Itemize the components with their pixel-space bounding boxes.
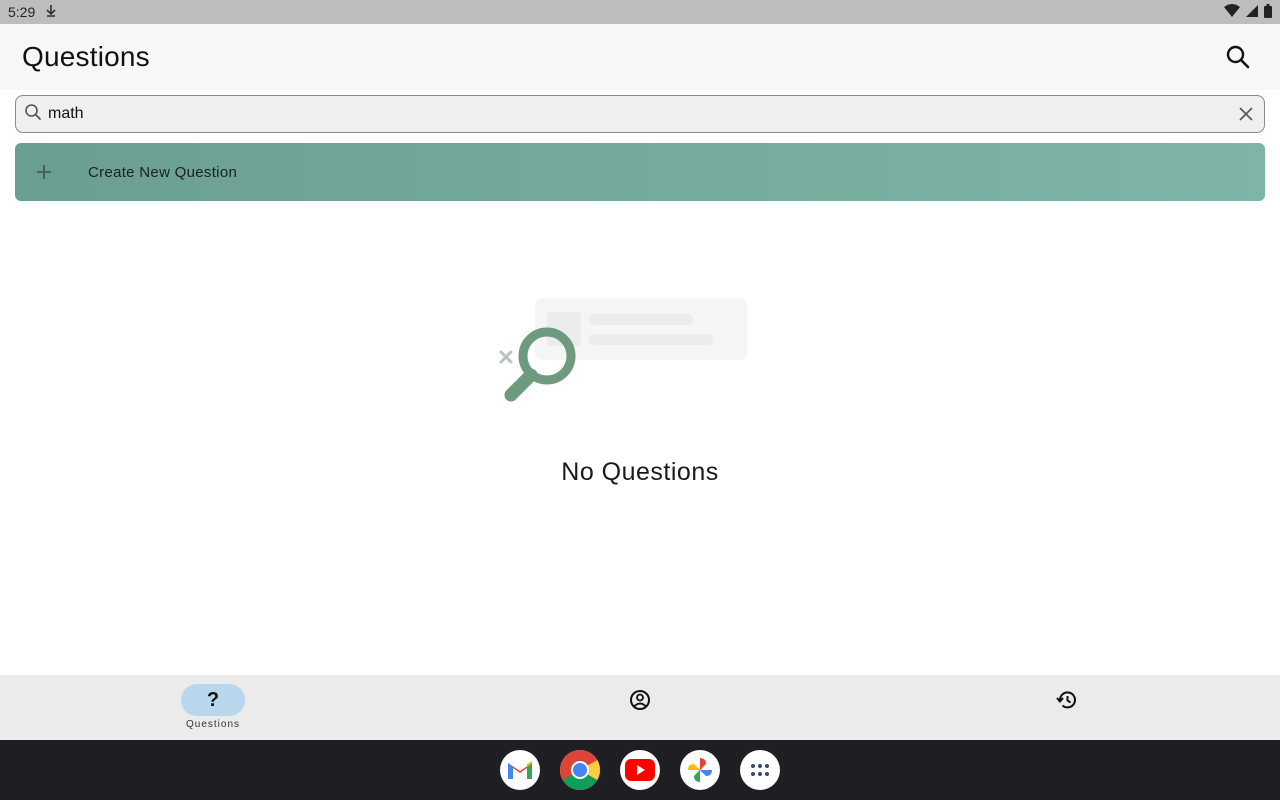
search-button[interactable] [1218, 37, 1258, 77]
question-mark-icon: ? [206, 688, 220, 711]
plus-icon [37, 165, 51, 179]
nav-label-questions: Questions [185, 719, 241, 730]
cell-signal-icon [1246, 4, 1258, 20]
nav-active-indicator: ? [181, 684, 245, 716]
history-icon [1056, 691, 1076, 709]
empty-state-text: No Questions [561, 458, 719, 486]
search-input[interactable] [48, 105, 1236, 123]
wifi-icon [1224, 3, 1240, 21]
photos-icon[interactable] [680, 750, 720, 790]
search-field-icon [24, 103, 42, 126]
system-dock [0, 740, 1280, 800]
nav-item-history[interactable] [1035, 675, 1099, 740]
gmail-icon[interactable] [500, 750, 540, 790]
search-icon [1226, 45, 1250, 69]
create-new-question-button[interactable]: Create New Question [15, 143, 1265, 201]
nav-icon-container [608, 684, 672, 716]
bottom-navigation: ? Questions [0, 675, 1280, 740]
page-title: Questions [22, 41, 150, 72]
app-drawer-icon[interactable] [740, 750, 780, 790]
nav-icon-container [1035, 684, 1099, 716]
status-bar: 5:29 [0, 0, 1280, 24]
close-icon [1239, 107, 1253, 121]
app-bar: Questions [0, 24, 1280, 90]
empty-state-illustration [495, 295, 755, 410]
youtube-icon[interactable] [620, 750, 660, 790]
nav-item-profile[interactable] [608, 675, 672, 740]
account-circle-icon [630, 690, 650, 710]
status-time: 5:29 [8, 4, 36, 20]
download-icon [45, 4, 57, 21]
create-button-label: Create New Question [88, 163, 238, 181]
battery-icon [1264, 3, 1272, 21]
clear-search-button[interactable] [1236, 104, 1256, 124]
search-field[interactable] [15, 95, 1265, 133]
chrome-icon[interactable] [560, 750, 600, 790]
nav-item-questions[interactable]: ? Questions [181, 675, 245, 740]
